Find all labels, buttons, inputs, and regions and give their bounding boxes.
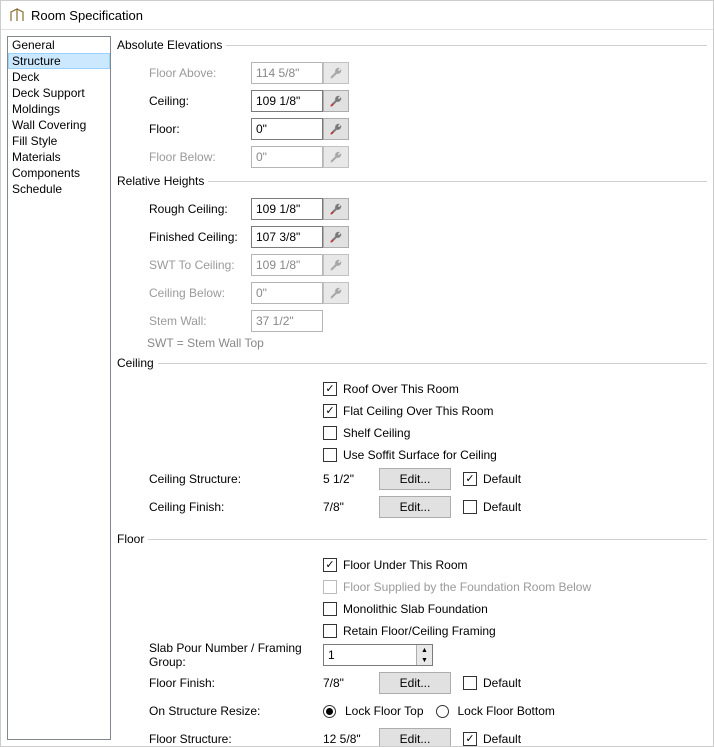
wrench-floor-above bbox=[323, 62, 349, 84]
wrench-ceiling-below bbox=[323, 282, 349, 304]
radio-lock-bottom[interactable]: Lock Floor Bottom bbox=[436, 704, 555, 718]
check-flat-ceiling[interactable]: ✓Flat Ceiling Over This Room bbox=[323, 400, 707, 422]
check-shelf-ceiling-label: Shelf Ceiling bbox=[343, 426, 410, 440]
label-ceiling: Ceiling: bbox=[147, 94, 251, 108]
label-ceiling-below: Ceiling Below: bbox=[147, 286, 251, 300]
input-slab-pour[interactable] bbox=[324, 645, 416, 665]
input-swt-to-ceiling bbox=[251, 254, 323, 276]
group-absolute-elevations: Absolute Elevations bbox=[117, 38, 222, 52]
input-floor-above bbox=[251, 62, 323, 84]
label-floor-above: Floor Above: bbox=[147, 66, 251, 80]
group-floor: Floor bbox=[117, 532, 144, 546]
check-retain-label: Retain Floor/Ceiling Framing bbox=[343, 624, 496, 638]
sidebar-item-materials[interactable]: Materials bbox=[8, 149, 110, 165]
label-rough-ceiling: Rough Ceiling: bbox=[147, 202, 251, 216]
sidebar-item-general[interactable]: General bbox=[8, 37, 110, 53]
sidebar-item-deck[interactable]: Deck bbox=[8, 69, 110, 85]
label-finished-ceiling: Finished Ceiling: bbox=[147, 230, 251, 244]
wrench-ceiling[interactable] bbox=[323, 90, 349, 112]
label-slab-pour: Slab Pour Number / Framing Group: bbox=[147, 641, 323, 669]
label-floor-below: Floor Below: bbox=[147, 150, 251, 164]
sidebar-item-schedule[interactable]: Schedule bbox=[8, 181, 110, 197]
sidebar-item-fill-style[interactable]: Fill Style bbox=[8, 133, 110, 149]
label-floor-structure: Floor Structure: bbox=[147, 732, 323, 746]
stepper-down-icon[interactable]: ▼ bbox=[417, 655, 432, 665]
stepper-up-icon[interactable]: ▲ bbox=[417, 645, 432, 655]
check-retain[interactable]: Retain Floor/Ceiling Framing bbox=[323, 620, 707, 642]
edit-ceiling-finish[interactable]: Edit... bbox=[379, 496, 451, 518]
default-ceiling-structure[interactable]: ✓Default bbox=[463, 472, 521, 486]
room-icon bbox=[9, 7, 25, 23]
group-relative-heights: Relative Heights bbox=[117, 174, 204, 188]
sidebar-item-wall-covering[interactable]: Wall Covering bbox=[8, 117, 110, 133]
check-monolithic[interactable]: Monolithic Slab Foundation bbox=[323, 598, 707, 620]
check-shelf-ceiling[interactable]: Shelf Ceiling bbox=[323, 422, 707, 444]
default-ceiling-finish[interactable]: Default bbox=[463, 500, 521, 514]
check-flat-ceiling-label: Flat Ceiling Over This Room bbox=[343, 404, 494, 418]
check-roof-over-label: Roof Over This Room bbox=[343, 382, 459, 396]
wrench-floor-below bbox=[323, 146, 349, 168]
label-stem-wall: Stem Wall: bbox=[147, 314, 251, 328]
sidebar-item-deck-support[interactable]: Deck Support bbox=[8, 85, 110, 101]
check-use-soffit[interactable]: Use Soffit Surface for Ceiling bbox=[323, 444, 707, 466]
input-ceiling-below bbox=[251, 282, 323, 304]
check-floor-supplied-label: Floor Supplied by the Foundation Room Be… bbox=[343, 580, 591, 594]
label-swt-to-ceiling: SWT To Ceiling: bbox=[147, 258, 251, 272]
group-ceiling: Ceiling bbox=[117, 356, 154, 370]
window-title: Room Specification bbox=[31, 8, 143, 23]
label-on-resize: On Structure Resize: bbox=[147, 704, 323, 718]
input-stem-wall bbox=[251, 310, 323, 332]
check-use-soffit-label: Use Soffit Surface for Ceiling bbox=[343, 448, 497, 462]
input-floor[interactable] bbox=[251, 118, 323, 140]
check-floor-under-label: Floor Under This Room bbox=[343, 558, 468, 572]
value-floor-structure: 12 5/8" bbox=[323, 732, 379, 746]
edit-ceiling-structure[interactable]: Edit... bbox=[379, 468, 451, 490]
radio-lock-top[interactable]: Lock Floor Top bbox=[323, 704, 424, 718]
sidebar-item-components[interactable]: Components bbox=[8, 165, 110, 181]
label-floor-finish: Floor Finish: bbox=[147, 676, 323, 690]
wrench-finished-ceiling[interactable] bbox=[323, 226, 349, 248]
input-rough-ceiling[interactable] bbox=[251, 198, 323, 220]
label-floor: Floor: bbox=[147, 122, 251, 136]
default-floor-finish[interactable]: Default bbox=[463, 676, 521, 690]
wrench-floor[interactable] bbox=[323, 118, 349, 140]
input-finished-ceiling[interactable] bbox=[251, 226, 323, 248]
check-floor-supplied: Floor Supplied by the Foundation Room Be… bbox=[323, 576, 707, 598]
wrench-rough-ceiling[interactable] bbox=[323, 198, 349, 220]
sidebar: General Structure Deck Deck Support Mold… bbox=[7, 36, 111, 740]
check-monolithic-label: Monolithic Slab Foundation bbox=[343, 602, 488, 616]
value-ceiling-finish: 7/8" bbox=[323, 500, 379, 514]
label-ceiling-finish: Ceiling Finish: bbox=[147, 500, 323, 514]
note-swt: SWT = Stem Wall Top bbox=[147, 336, 707, 350]
edit-floor-finish[interactable]: Edit... bbox=[379, 672, 451, 694]
default-floor-structure[interactable]: ✓Default bbox=[463, 732, 521, 746]
main-panel: Absolute Elevations Floor Above: Ceiling… bbox=[115, 30, 713, 746]
wrench-swt-to-ceiling bbox=[323, 254, 349, 276]
input-ceiling[interactable] bbox=[251, 90, 323, 112]
check-roof-over[interactable]: ✓Roof Over This Room bbox=[323, 378, 707, 400]
sidebar-item-structure[interactable]: Structure bbox=[8, 53, 110, 69]
titlebar: Room Specification bbox=[1, 1, 713, 30]
value-ceiling-structure: 5 1/2" bbox=[323, 472, 379, 486]
label-ceiling-structure: Ceiling Structure: bbox=[147, 472, 323, 486]
value-floor-finish: 7/8" bbox=[323, 676, 379, 690]
check-floor-under[interactable]: ✓Floor Under This Room bbox=[323, 554, 707, 576]
sidebar-item-moldings[interactable]: Moldings bbox=[8, 101, 110, 117]
input-floor-below bbox=[251, 146, 323, 168]
stepper-slab-pour[interactable]: ▲▼ bbox=[323, 644, 433, 666]
edit-floor-structure[interactable]: Edit... bbox=[379, 728, 451, 746]
